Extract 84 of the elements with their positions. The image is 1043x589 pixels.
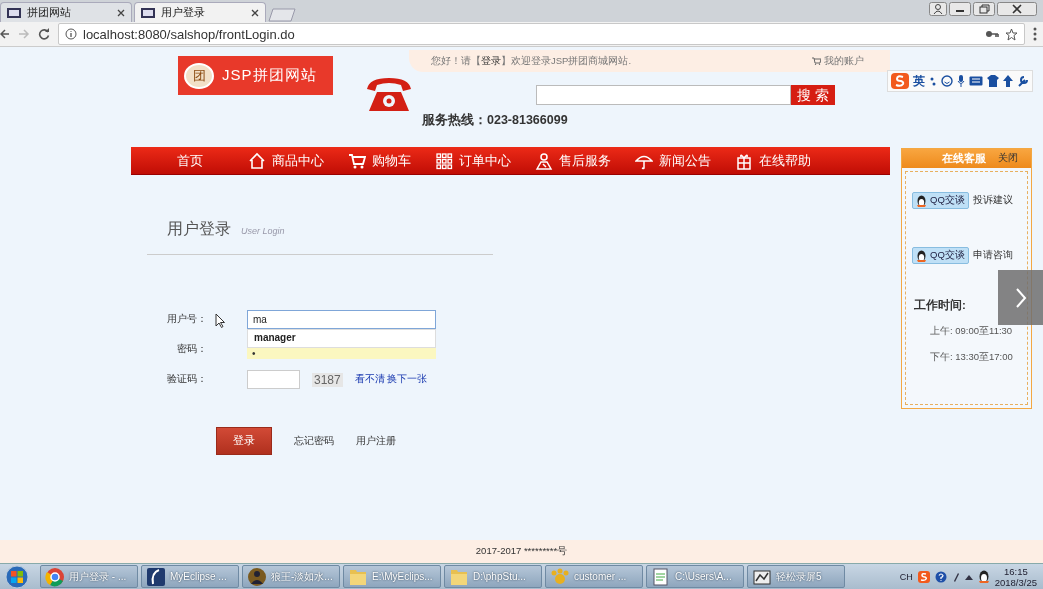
close-icon[interactable] <box>997 2 1037 16</box>
greeting-text: 您好！请【登录】欢迎登录JSP拼团商城网站. <box>431 54 633 68</box>
browser-tab[interactable]: 用户登录 <box>134 2 266 22</box>
ime-logo-icon[interactable] <box>891 73 909 89</box>
cart-icon <box>348 151 366 170</box>
page-title: 用户登录 <box>167 219 231 239</box>
account-link[interactable]: 我的账户 <box>812 54 890 68</box>
hours-text: 下午: 13:30至17:00 <box>930 351 1014 364</box>
search-button[interactable]: 搜 索 <box>791 85 835 105</box>
text-link[interactable]: 忘记密码 <box>294 434 334 448</box>
avatar-icon <box>247 566 267 587</box>
address-field[interactable]: localhost:8080/salshop/frontLogin.do <box>58 23 1025 45</box>
footer-text: 2017-2017 *********号 <box>0 540 1043 563</box>
penguin-icon <box>916 194 927 207</box>
contact-label: 申请咨询 <box>972 249 1013 262</box>
shirt-icon[interactable] <box>987 75 999 87</box>
hotline-text: 服务热线：023-81366099 <box>422 112 569 129</box>
page-subtitle: User Login <box>241 226 285 236</box>
minimize-icon[interactable] <box>949 2 971 16</box>
close-icon[interactable] <box>251 8 259 17</box>
hours-text: 上午: 09:00至11:30 <box>930 325 1014 338</box>
chat-button[interactable]: QQ交谈 <box>912 247 969 264</box>
back-icon[interactable] <box>0 28 10 40</box>
upload-icon[interactable] <box>1003 75 1013 87</box>
language-indicator[interactable]: CH <box>899 571 913 582</box>
eclipse-icon <box>146 566 166 587</box>
nav-item[interactable]: 首页 <box>177 151 203 170</box>
nav-item[interactable]: 商品中心 <box>248 151 324 170</box>
paw-icon <box>550 566 570 587</box>
help-icon[interactable] <box>934 570 947 583</box>
notepad-icon <box>651 566 671 587</box>
chevron-icon <box>1014 287 1027 308</box>
cart-icon <box>812 57 821 65</box>
captcha-image: 3187 <box>312 372 343 387</box>
username-label: 用户号： <box>166 313 207 326</box>
reload-icon[interactable] <box>38 28 50 40</box>
contact-label: 投诉建议 <box>972 194 1013 207</box>
info-icon <box>65 28 77 40</box>
star-icon[interactable] <box>1005 27 1018 41</box>
close-link[interactable]: 关闭 <box>998 152 1018 165</box>
person-icon <box>535 151 553 170</box>
ime-logo-icon[interactable] <box>917 570 930 583</box>
input-mode[interactable]: 英 <box>913 72 925 90</box>
panel-title: 在线客服 <box>942 151 986 166</box>
nav-item[interactable]: 订单中心 <box>435 151 511 170</box>
clock[interactable]: 16:15 2018/3/25 <box>994 565 1037 588</box>
expand-icon[interactable] <box>964 573 973 580</box>
menu-icon[interactable] <box>1033 27 1037 41</box>
site-logo[interactable]: 团 JSP拼团网站 <box>178 56 333 95</box>
penguin-icon <box>916 249 927 262</box>
telephone-icon <box>365 77 413 113</box>
grid-icon <box>435 151 453 170</box>
browser-tab[interactable]: 拼团网站 <box>0 2 132 22</box>
nav-item[interactable]: 新闻公告 <box>635 151 711 170</box>
text-link[interactable]: 用户注册 <box>356 434 396 448</box>
smiley-icon[interactable] <box>941 75 953 87</box>
hours-title: 工作时间: <box>914 298 967 313</box>
nav-item[interactable]: 在线帮助 <box>735 151 811 170</box>
chat-button[interactable]: QQ交谈 <box>912 192 969 209</box>
page-icon <box>141 6 155 19</box>
mouse-cursor-icon <box>215 313 225 328</box>
punctuation-icon[interactable] <box>929 76 937 86</box>
penguin-icon[interactable] <box>977 570 990 583</box>
captcha-label: 验证码： <box>166 373 207 386</box>
microphone-icon[interactable] <box>957 75 965 87</box>
home-icon <box>248 151 266 170</box>
autocomplete-menu[interactable]: manager <box>247 329 436 348</box>
search-field[interactable] <box>536 85 791 105</box>
close-icon[interactable] <box>117 8 125 17</box>
page-icon <box>7 6 21 19</box>
wrench-icon[interactable] <box>1017 75 1029 87</box>
nav-item[interactable]: 购物车 <box>348 151 411 170</box>
refresh-captcha-link[interactable]: 看不清 换下一张 <box>354 373 428 386</box>
nav-item[interactable]: 售后服务 <box>535 151 611 170</box>
keyboard-icon[interactable] <box>969 76 983 86</box>
password-label: 密码： <box>176 343 207 356</box>
key-icon[interactable] <box>985 29 999 39</box>
pen-icon[interactable] <box>951 570 960 583</box>
login-button[interactable]: 登录 <box>216 427 272 455</box>
chrome-icon <box>45 566 65 587</box>
captcha-field[interactable] <box>247 370 300 389</box>
restore-icon[interactable] <box>973 2 995 16</box>
username-field[interactable]: ma <box>247 310 436 329</box>
user-icon[interactable] <box>929 2 947 16</box>
